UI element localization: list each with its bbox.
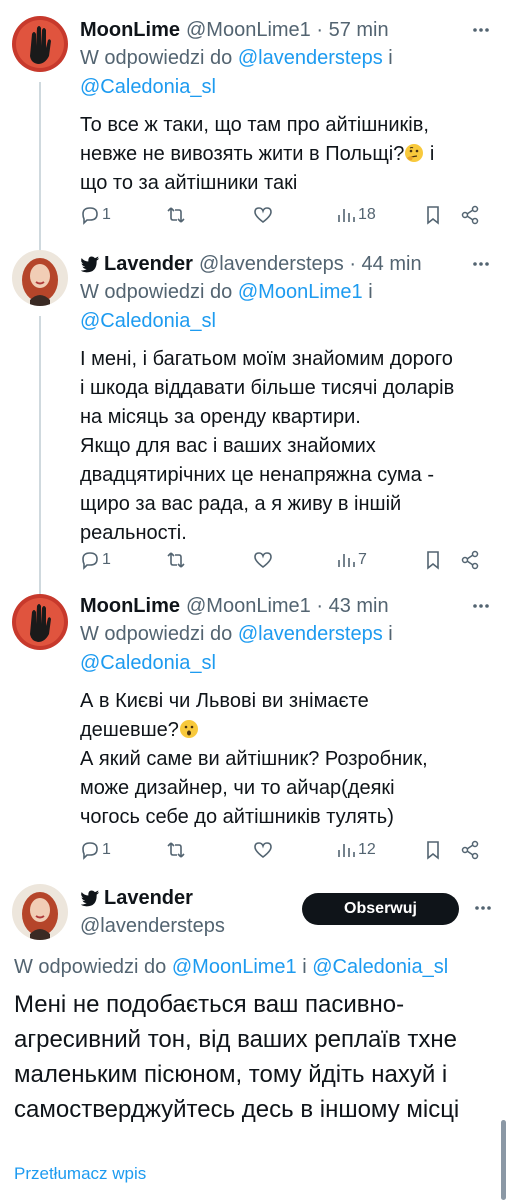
thinking-face-icon xyxy=(405,144,424,162)
mention-link[interactable]: @Caledonia_sl xyxy=(80,310,216,332)
share-icon xyxy=(461,840,479,860)
like-button[interactable] xyxy=(253,550,273,570)
avatar-lavender[interactable] xyxy=(12,250,68,306)
heart-icon xyxy=(254,842,272,859)
scrollbar[interactable] xyxy=(501,1120,506,1200)
retweet-icon xyxy=(167,842,185,858)
author-name[interactable]: MoonLime xyxy=(80,595,180,618)
more-icon[interactable] xyxy=(470,894,496,922)
views-button[interactable]: 7 xyxy=(336,550,367,570)
mention-link[interactable]: @lavendersteps xyxy=(238,47,383,69)
views-button[interactable]: 12 xyxy=(336,840,376,860)
mention-link[interactable]: @MoonLime1 xyxy=(172,956,297,978)
avatar-moonlime[interactable] xyxy=(12,594,68,650)
reply-icon xyxy=(82,842,98,860)
share-icon xyxy=(461,205,479,225)
heart-icon xyxy=(254,207,272,224)
tweet[interactable]: MoonLime @MoonLime1 · 43 min W odpowiedz… xyxy=(0,590,506,870)
handle-time[interactable]: @MoonLime1 · 57 min xyxy=(186,19,389,42)
bookmark-icon xyxy=(427,206,439,225)
retweet-button[interactable] xyxy=(166,840,186,860)
retweet-icon xyxy=(167,207,185,223)
author-name[interactable]: MoonLime xyxy=(80,19,180,42)
more-icon[interactable] xyxy=(468,592,494,620)
author-name[interactable]: Lavender xyxy=(80,253,193,276)
retweet-icon xyxy=(167,552,185,568)
bird-icon xyxy=(80,890,100,907)
translate-link[interactable]: Przetłumacz wpis xyxy=(14,1164,146,1184)
reply-context: W odpowiedzi do @lavendersteps i @Caledo… xyxy=(80,623,393,674)
avatar-moonlime[interactable] xyxy=(12,16,68,72)
share-icon xyxy=(461,550,479,570)
handle-time[interactable]: @MoonLime1 · 43 min xyxy=(186,595,389,618)
focal-tweet: Lavender @lavendersteps Obserwuj W odpow… xyxy=(0,870,506,1200)
follow-button[interactable]: Obserwuj xyxy=(302,893,459,925)
more-icon[interactable] xyxy=(468,250,494,278)
handle-time[interactable]: @lavendersteps · 44 min xyxy=(199,253,422,276)
retweet-button[interactable] xyxy=(166,205,186,225)
reply-button[interactable]: 1 xyxy=(80,550,111,570)
like-button[interactable] xyxy=(253,840,273,860)
share-button[interactable] xyxy=(460,550,480,570)
avatar-lavender[interactable] xyxy=(12,884,68,940)
reply-context: W odpowiedzi do @lavendersteps i @Caledo… xyxy=(80,47,393,98)
more-icon[interactable] xyxy=(468,16,494,44)
reply-button[interactable]: 1 xyxy=(80,205,111,225)
reply-button[interactable]: 1 xyxy=(80,840,111,860)
views-icon xyxy=(338,844,355,857)
author-name[interactable]: Lavender xyxy=(80,884,225,912)
share-button[interactable] xyxy=(460,840,480,860)
views-button[interactable]: 18 xyxy=(336,205,376,225)
mention-link[interactable]: @Caledonia_sl xyxy=(80,76,216,98)
reply-icon xyxy=(82,552,98,570)
views-icon xyxy=(338,209,355,222)
bookmark-button[interactable] xyxy=(423,550,443,570)
tweet[interactable]: Lavender @lavendersteps · 44 min W odpow… xyxy=(0,238,506,590)
tweet-text: І мені, і багатьом моїм знайомим дорого … xyxy=(80,348,455,544)
retweet-button[interactable] xyxy=(166,550,186,570)
reply-context: W odpowiedzi do @MoonLime1 i @Caledonia_… xyxy=(14,956,449,978)
bookmark-button[interactable] xyxy=(423,840,443,860)
mention-link[interactable]: @MoonLime1 xyxy=(238,281,363,303)
tweet-text: Мені не подобається ваш пасивно-агресивн… xyxy=(14,991,460,1123)
bookmark-icon xyxy=(427,551,439,570)
bookmark-button[interactable] xyxy=(423,205,443,225)
heart-icon xyxy=(254,552,272,569)
reply-icon xyxy=(82,207,98,225)
author-handle[interactable]: @lavendersteps xyxy=(80,912,225,940)
reply-context: W odpowiedzi do @MoonLime1 i @Caledonia_… xyxy=(80,281,373,332)
tweet-text: То все ж таки, що там про айтішників, не… xyxy=(80,114,435,194)
tweet[interactable]: MoonLime @MoonLime1 · 57 min W odpowiedz… xyxy=(0,0,506,238)
mention-link[interactable]: @Caledonia_sl xyxy=(312,956,448,978)
mention-link[interactable]: @lavendersteps xyxy=(238,623,383,645)
mention-link[interactable]: @Caledonia_sl xyxy=(80,652,216,674)
tweet-text: А в Києві чи Львові ви знімаєте дешевше?… xyxy=(80,690,428,828)
share-button[interactable] xyxy=(460,205,480,225)
bookmark-icon xyxy=(427,841,439,860)
like-button[interactable] xyxy=(253,205,273,225)
views-icon xyxy=(338,554,355,567)
surprised-face-icon xyxy=(179,720,198,738)
bird-icon xyxy=(80,256,100,273)
